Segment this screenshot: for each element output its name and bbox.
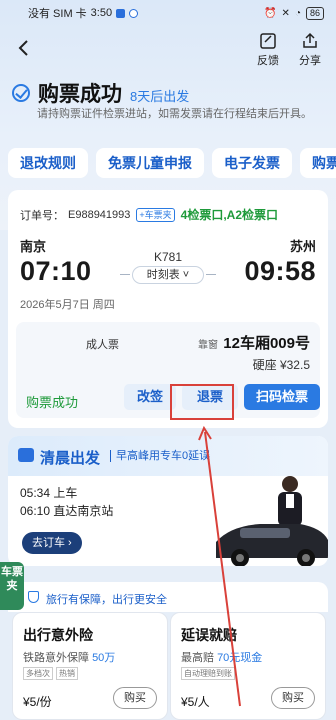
insurance-tag: 多档次 (23, 667, 53, 680)
passenger-box: 成人票 靠窗 12车厢009号 硬座 ¥32.5 购票成功 改签 退票 扫码检票 (16, 322, 320, 418)
insurance-desc: 铁路意外保障 50万 (23, 649, 115, 665)
app-notification-icon (116, 8, 126, 18)
insurance-desc: 最高赔 70元现金 (181, 649, 262, 665)
car-icon (18, 448, 34, 462)
alarm-icon: ⏰ (264, 7, 277, 19)
route-line-left (120, 274, 130, 275)
buy-button[interactable]: 购买 (113, 687, 157, 709)
timetable-button[interactable]: 时刻表 ˅ (132, 266, 204, 284)
ticket-wallet-tab[interactable]: 车票夹 (0, 562, 24, 610)
check-circle-icon (12, 84, 30, 102)
trip-promo-card[interactable]: 清晨出发 早高峰用专车0延误 05:34 上车 06:10 直达南京站 去订车 … (8, 436, 328, 566)
chevron-right-icon: › (65, 537, 72, 549)
feedback-label: 反馈 (257, 55, 279, 67)
service-invoice[interactable]: 电子发票 (212, 148, 292, 178)
order-car-button[interactable]: 去订车 › (22, 532, 82, 554)
insurance-tag: 自动理赔到账 (181, 667, 235, 680)
insurance-price: ¥5/人 (181, 695, 210, 709)
share-button[interactable]: 分享 (294, 32, 326, 68)
back-button[interactable] (14, 38, 34, 58)
fare: 硬座 ¥32.5 (252, 358, 310, 372)
feedback-button[interactable]: 反馈 (252, 32, 284, 68)
train-number: K781 (153, 250, 183, 264)
depart-hint: 8天后出发 (130, 88, 190, 104)
buy-button[interactable]: 购买 (271, 687, 315, 709)
share-icon (303, 32, 317, 48)
order-car-label: 去订车 (32, 537, 65, 549)
order-row: 订单号： E988941993 +车票夹 4检票口,A2检票口 (20, 206, 278, 223)
ticket-status: 购票成功 (26, 395, 79, 410)
timetable-label: 时刻表 (146, 269, 180, 281)
gate-info: 4检票口,A2检票口 (180, 208, 279, 222)
insurance-desc-text: 铁路意外保障 (23, 652, 89, 664)
service-more[interactable]: 购票 (300, 148, 336, 178)
change-ticket-button[interactable]: 改签 (124, 384, 176, 410)
highlight-box (170, 384, 234, 420)
carrier-text: 没有 SIM 卡 (28, 8, 87, 20)
status-bar: 没有 SIM 卡 3:50 ⏰ ✕ ◔ 86 (0, 0, 336, 26)
insurance-tags: 自动理赔到账 (181, 667, 235, 680)
insurance-card-delay[interactable]: 延误就赔 最高赔 70元现金 自动理赔到账 ¥5/人 购买 (170, 612, 326, 720)
wifi-icon: ◔ (294, 7, 301, 19)
seat-tag: 靠窗 (198, 340, 218, 351)
insurance-highlight: 50万 (92, 652, 116, 664)
add-to-wallet-tag[interactable]: +车票夹 (136, 207, 175, 222)
order-number: E988941993 (68, 208, 131, 221)
pickup-time: 05:34 上车 (20, 486, 78, 500)
insurance-title: 出行意外险 (23, 627, 93, 643)
page-title: 购票成功 (38, 83, 122, 106)
clock: 3:50 (90, 7, 113, 19)
insurance-price: ¥5/份 (23, 695, 52, 709)
mute-icon: ✕ (281, 7, 290, 19)
shield-icon (28, 591, 39, 603)
success-header: 购票成功 8天后出发 (12, 78, 189, 108)
car-seat: 12车厢009号 (223, 335, 310, 352)
notice-text: 请持购票证件检票进站，如需发票请在行程结束后开具。 (37, 108, 312, 120)
top-nav: 反馈 分享 (0, 30, 336, 70)
insurance-card-accident[interactable]: 出行意外险 铁路意外保障 50万 多档次 热销 ¥5/份 购买 (12, 612, 168, 720)
passenger-type: 成人票 (86, 339, 119, 351)
battery-icon: 86 (305, 6, 324, 20)
travel-date: 2026年5月7日 周四 (20, 299, 115, 311)
trip-title: 清晨出发 (40, 450, 101, 467)
insurance-highlight: 70元现金 (217, 652, 263, 664)
service-child-ticket[interactable]: 免票儿童申报 (96, 148, 204, 178)
insurance-banner: 旅行有保障，出行更安全 (8, 582, 328, 612)
insurance-tag: 热销 (56, 667, 78, 680)
app-notification-icon-2 (129, 8, 139, 18)
chevron-down-icon: ˅ (179, 269, 190, 281)
feedback-icon (260, 33, 276, 49)
service-row: 退改规则 免票儿童申报 电子发票 购票 (8, 148, 336, 178)
order-label: 订单号： (20, 209, 64, 222)
service-refund-rules[interactable]: 退改规则 (8, 148, 88, 178)
chevron-left-icon (18, 40, 28, 56)
share-label: 分享 (299, 55, 321, 67)
scan-checkin-button[interactable]: 扫码检票 (244, 384, 320, 410)
route-line-right (206, 274, 216, 275)
trip-subtitle: 早高峰用专车0延误 (110, 450, 210, 462)
insurance-desc-text: 最高赔 (181, 652, 214, 664)
driver-car-illustration (216, 476, 328, 566)
insurance-tags: 多档次 热销 (23, 667, 78, 680)
arrival-info: 06:10 直达南京站 (20, 504, 114, 518)
insurance-banner-text: 旅行有保障，出行更安全 (46, 594, 167, 606)
insurance-title: 延误就赔 (181, 627, 237, 643)
ticket-card: 订单号： E988941993 +车票夹 4检票口,A2检票口 南京 苏州 07… (8, 190, 328, 428)
